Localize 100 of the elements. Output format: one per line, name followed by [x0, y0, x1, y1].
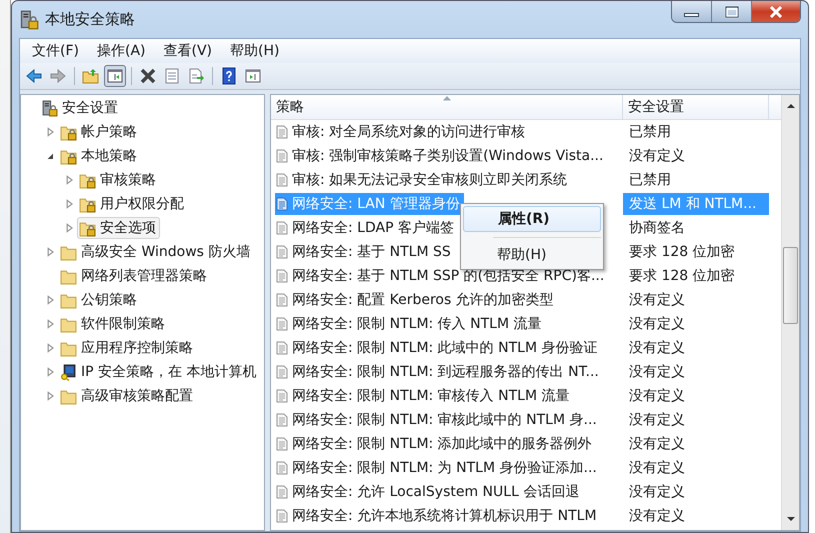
- tree-item[interactable]: 安全设置: [39, 97, 122, 119]
- policy-item[interactable]: 网络安全: 配置 Kerberos 允许的加密类型: [275, 289, 558, 311]
- setting-cell-text: 要求 128 位加密: [628, 243, 736, 262]
- setting-cell-text: 没有定义: [628, 459, 686, 478]
- locked-folder-icon: [79, 172, 96, 188]
- policy-icon: [275, 221, 289, 235]
- vertical-scrollbar[interactable]: [781, 95, 799, 530]
- policy-icon: [275, 269, 289, 283]
- policy-item[interactable]: 网络安全: 限制 NTLM: 审核传入 NTLM 流量: [275, 385, 574, 407]
- column-header[interactable]: 安全设置: [623, 95, 769, 119]
- policy-item[interactable]: 审核: 强制审核策略子类别设置(Windows Vista...: [275, 145, 608, 167]
- close-button[interactable]: [752, 1, 800, 22]
- locked-folder-icon: [79, 220, 96, 236]
- tree-item[interactable]: 本地策略: [58, 145, 141, 167]
- policy-icon: [275, 437, 289, 451]
- context-menu-item[interactable]: 属性(R): [463, 206, 601, 232]
- policy-item[interactable]: 网络安全: 限制 NTLM: 审核此域中的 NTLM 身...: [275, 409, 601, 431]
- policy-item[interactable]: 审核: 对全局系统对象的访问进行审核: [275, 121, 530, 143]
- toolbar-button[interactable]: [104, 65, 126, 87]
- tree-item[interactable]: 审核策略: [77, 169, 160, 191]
- tree-pane-icon: [106, 67, 124, 85]
- setting-cell-text: 没有定义: [628, 363, 686, 382]
- delete-icon: [139, 67, 157, 85]
- context-menu-item[interactable]: 帮助(H): [463, 243, 601, 267]
- policy-icon: [275, 413, 289, 427]
- policy-icon: [275, 341, 289, 355]
- setting-cell: 发送 LM 和 NTLM...: [623, 193, 769, 215]
- tree-item[interactable]: 高级安全 Windows 防火墙: [58, 241, 254, 263]
- folder-icon: [60, 268, 77, 284]
- policy-icon: [275, 317, 289, 331]
- setting-cell-text: 没有定义: [628, 315, 686, 334]
- tree-item[interactable]: 应用程序控制策略: [58, 337, 197, 359]
- menu-item[interactable]: 查看(V): [156, 40, 220, 62]
- setting-cell-text: 没有定义: [628, 483, 686, 502]
- server-lock-icon: [19, 10, 39, 30]
- tree-item[interactable]: IP 安全策略，在 本地计算机: [58, 361, 260, 383]
- tree-item[interactable]: 高级审核策略配置: [58, 385, 197, 407]
- tree-item[interactable]: 帐户策略: [58, 121, 141, 143]
- tree-item[interactable]: 网络列表管理器策略: [58, 265, 211, 287]
- minimize-icon: [684, 13, 699, 17]
- window-title: 本地安全策略: [45, 10, 135, 29]
- setting-cell-text: 没有定义: [628, 339, 686, 358]
- menu-item[interactable]: 文件(F): [24, 40, 87, 62]
- server-lock-icon: [41, 100, 58, 116]
- folder-icon: [60, 340, 77, 356]
- setting-cell-text: 协商签名: [628, 219, 686, 238]
- menu-item[interactable]: 帮助(H): [222, 40, 288, 62]
- policy-item[interactable]: 网络安全: 允许 LocalSystem NULL 会话回退: [275, 481, 584, 503]
- policy-item[interactable]: 网络安全: 基于 NTLM SSP 的(包括安全 RPC)客...: [275, 265, 608, 287]
- setting-cell-text: 没有定义: [628, 387, 686, 406]
- setting-cell-text: 已禁用: [628, 123, 672, 142]
- folder-icon: [60, 292, 77, 308]
- export-list-icon: [187, 67, 205, 85]
- policy-icon: [275, 509, 289, 523]
- tree-item[interactable]: 安全选项: [77, 217, 160, 239]
- computer-key-icon: [60, 364, 77, 380]
- policy-item[interactable]: 网络安全: 限制 NTLM: 添加此域中的服务器例外: [275, 433, 596, 455]
- column-header[interactable]: 策略: [271, 95, 623, 119]
- folder-icon: [60, 316, 77, 332]
- folder-icon: [60, 244, 77, 260]
- policy-item[interactable]: 网络安全: 限制 NTLM: 为 NTLM 身份验证添加...: [275, 457, 601, 479]
- policy-icon: [275, 197, 289, 211]
- minimize-button[interactable]: [672, 1, 712, 22]
- policy-item[interactable]: 审核: 如果无法记录安全审核则立即关闭系统: [275, 169, 572, 191]
- tree-item[interactable]: 公钥策略: [58, 289, 141, 311]
- scroll-thumb[interactable]: [783, 247, 798, 324]
- setting-cell-text: 已禁用: [628, 171, 672, 190]
- policy-item[interactable]: 网络安全: 限制 NTLM: 此域中的 NTLM 身份验证: [275, 337, 602, 359]
- policy-icon: [275, 245, 289, 259]
- policy-item[interactable]: 网络安全: 基于 NTLM SS: [275, 241, 455, 263]
- document-icon: [163, 67, 181, 85]
- locked-folder-icon: [60, 148, 77, 164]
- setting-cell-text: 没有定义: [628, 291, 686, 310]
- back-arrow-icon: [25, 67, 43, 85]
- setting-cell-text: 没有定义: [628, 147, 686, 166]
- policy-icon: [275, 173, 289, 187]
- tree-item[interactable]: 用户权限分配: [77, 193, 188, 215]
- help-icon: [220, 67, 238, 85]
- policy-icon: [275, 149, 289, 163]
- menu-item[interactable]: 操作(A): [88, 40, 154, 62]
- policy-item[interactable]: 网络安全: 限制 NTLM: 到远程服务器的传出 NT...: [275, 361, 603, 383]
- policy-item[interactable]: 网络安全: 限制 NTLM: 传入 NTLM 流量: [275, 313, 546, 335]
- setting-cell-text: 没有定义: [628, 507, 686, 526]
- policy-item[interactable]: 网络安全: 允许本地系统将计算机标识用于 NTLM: [275, 505, 601, 527]
- forward-arrow-icon: [49, 67, 67, 85]
- scroll-down-icon[interactable]: [786, 516, 796, 522]
- scroll-up-icon[interactable]: [786, 103, 796, 109]
- folder-up-icon: [82, 67, 100, 85]
- policy-item[interactable]: 网络安全: LDAP 客户端签: [275, 217, 458, 239]
- maximize-button[interactable]: [712, 1, 752, 22]
- tree-item[interactable]: 软件限制策略: [58, 313, 169, 335]
- policy-icon: [275, 461, 289, 475]
- locked-folder-icon: [79, 196, 96, 212]
- policy-icon: [275, 365, 289, 379]
- setting-cell-text: 没有定义: [628, 411, 686, 430]
- policy-icon: [275, 293, 289, 307]
- locked-folder-icon: [60, 124, 77, 140]
- pane-icon: [244, 67, 262, 85]
- setting-cell-text: 要求 128 位加密: [628, 267, 736, 286]
- folder-icon: [60, 388, 77, 404]
